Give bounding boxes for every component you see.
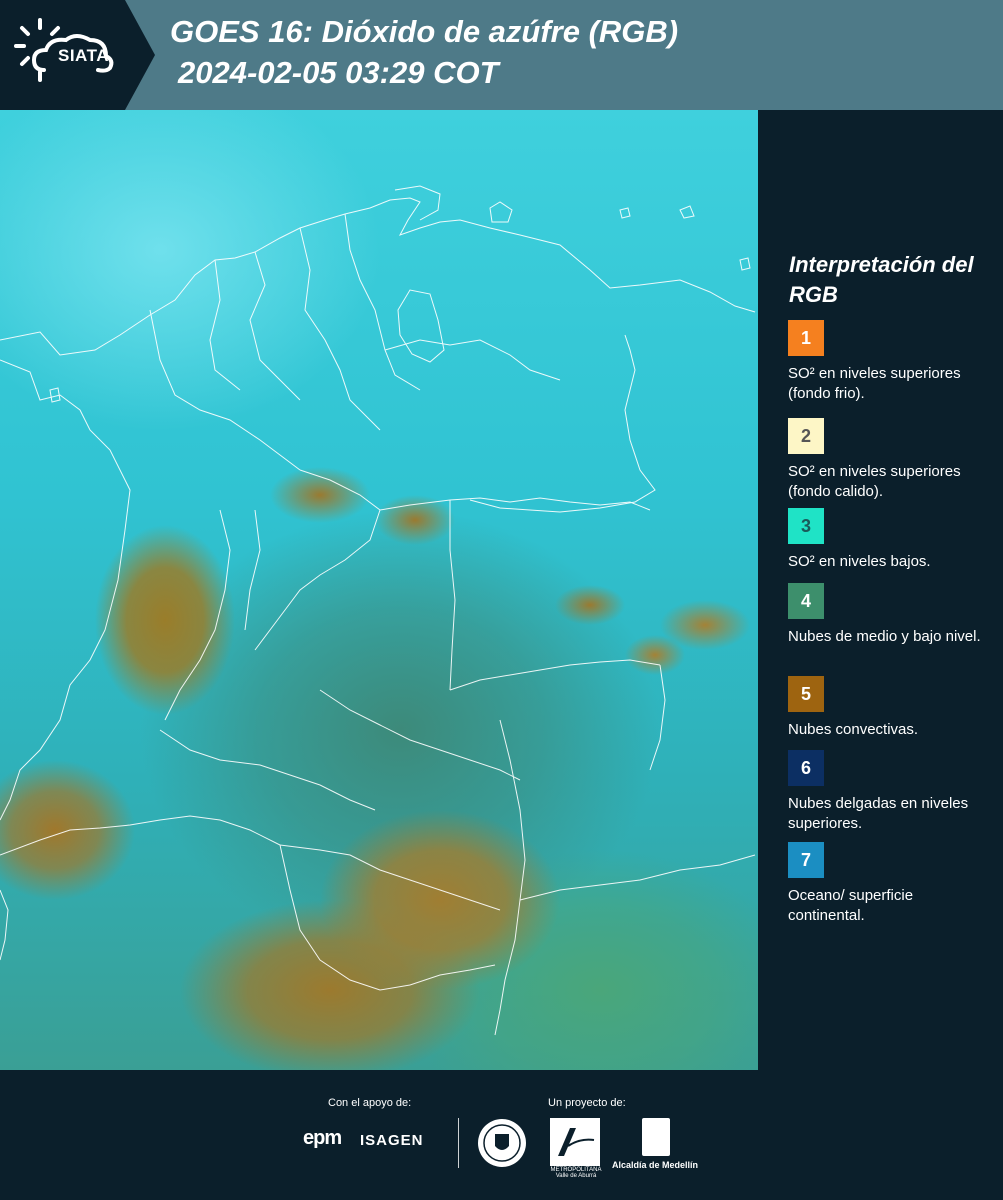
project-label: Un proyecto de:	[548, 1097, 626, 1109]
legend-item-7: 7 Oceano/ superficie continental.	[788, 842, 988, 926]
legend-item-1: 1 SO² en niveles superiores (fondo frio)…	[788, 320, 988, 404]
header-bar: SIATA GOES 16: Dióxido de azúfre (RGB) 2…	[0, 0, 1003, 110]
satellite-map	[0, 110, 758, 1070]
legend-label-7: Oceano/ superficie continental.	[788, 887, 914, 924]
page-title: GOES 16: Dióxido de azúfre (RGB)	[170, 14, 679, 49]
legend-label-5: Nubes convectivas.	[788, 721, 919, 738]
legend-item-2: 2 SO² en niveles superiores (fondo calid…	[788, 418, 988, 502]
legend-label-3: SO² en niveles bajos.	[788, 553, 931, 570]
legend-title: Interpretación del RGB	[789, 252, 974, 307]
medellin-seal-icon	[478, 1119, 526, 1167]
isagen-logo: ISAGEN	[360, 1132, 424, 1149]
metropolitana-logo	[550, 1118, 600, 1166]
metropolitana-emblem-icon	[558, 1128, 595, 1156]
alcaldia-shield-icon	[642, 1118, 670, 1156]
support-label: Con el apoyo de:	[328, 1097, 412, 1109]
legend-label-6: Nubes delgadas en niveles superiores.	[788, 795, 969, 832]
siata-logo: SIATA	[0, 0, 155, 110]
legend-swatch-1: 1	[788, 320, 824, 356]
rgb-legend: Interpretación del RGB 1 SO² en niveles …	[758, 110, 1003, 1070]
legend-swatch-2: 2	[788, 418, 824, 454]
legend-label-4: Nubes de medio y bajo nivel.	[788, 628, 981, 645]
legend-item-3: 3 SO² en niveles bajos.	[788, 508, 988, 572]
legend-swatch-7: 7	[788, 842, 824, 878]
legend-label-2: SO² en niveles superiores (fondo calido)…	[788, 463, 961, 500]
country-borders	[0, 185, 756, 1036]
legend-item-5: 5 Nubes convectivas.	[788, 676, 988, 740]
legend-swatch-4: 4	[788, 583, 824, 619]
legend-swatch-3: 3	[788, 508, 824, 544]
epm-logo: epm	[303, 1127, 342, 1149]
legend-item-6: 6 Nubes delgadas en niveles superiores.	[788, 750, 988, 834]
legend-item-4: 4 Nubes de medio y bajo nivel.	[788, 583, 988, 647]
alcaldia-text: Alcaldía de Medellín	[612, 1160, 699, 1170]
footer-divider	[458, 1118, 459, 1168]
legend-swatch-6: 6	[788, 750, 824, 786]
siata-logo-text: SIATA	[58, 46, 109, 65]
page-timestamp: 2024-02-05 03:29 COT	[178, 55, 499, 90]
footer: Con el apoyo de: Un proyecto de: epm ISA…	[0, 1070, 1003, 1200]
legend-label-1: SO² en niveles superiores (fondo frio).	[788, 365, 961, 402]
metropolitana-text: METROPOLITANA Valle de Aburrá	[550, 1167, 602, 1179]
legend-swatch-5: 5	[788, 676, 824, 712]
